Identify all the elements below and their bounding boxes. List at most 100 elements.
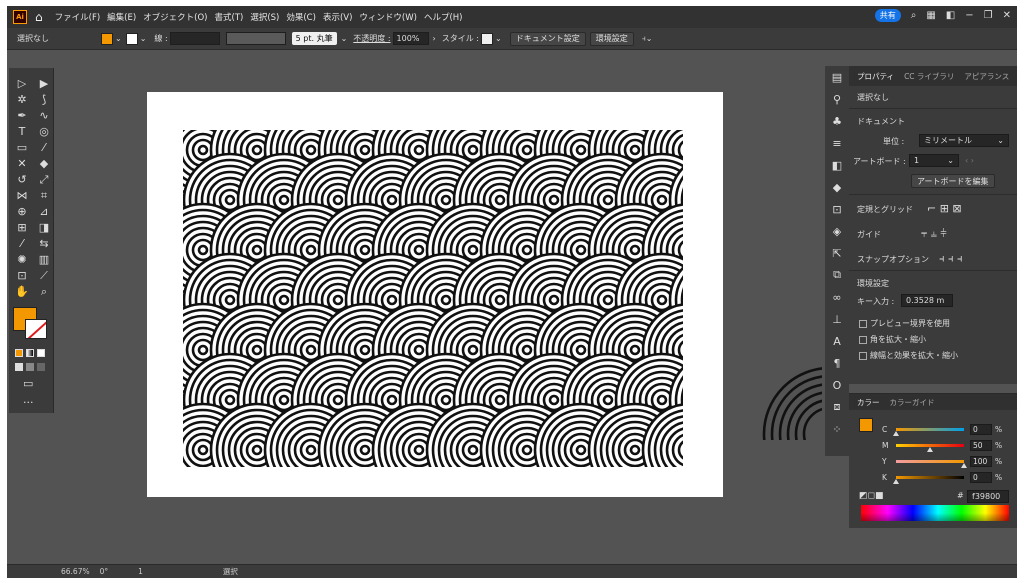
slider-row-y[interactable]: Y 100% bbox=[882, 454, 1012, 468]
blend-tool-icon[interactable]: ⇆ bbox=[34, 236, 54, 251]
stroke-dropdown-icon[interactable]: ⌄ bbox=[140, 34, 147, 43]
slider-knob[interactable] bbox=[893, 478, 899, 484]
libraries-panel-icon[interactable]: ⚲ bbox=[825, 88, 849, 110]
selection-tool-icon[interactable]: ▷ bbox=[12, 76, 32, 91]
menu-view[interactable]: 表示(V) bbox=[323, 11, 352, 23]
opacity-field[interactable]: 100% bbox=[392, 32, 429, 45]
checkbox-scale-corners[interactable]: 角を拡大・縮小 bbox=[859, 334, 926, 345]
stroke-panel-icon[interactable]: ≡ bbox=[825, 132, 849, 154]
symbols-panel-icon[interactable]: ⁘ bbox=[825, 418, 849, 440]
artboard-tool-icon[interactable]: ⊡ bbox=[12, 268, 32, 283]
screen-mode-icon[interactable]: ▭ bbox=[23, 377, 53, 390]
shape-builder-tool-icon[interactable]: ⊕ bbox=[12, 204, 32, 219]
gradient-tool-icon[interactable]: ◨ bbox=[34, 220, 54, 235]
align-panel-icon[interactable]: ⊥ bbox=[825, 308, 849, 330]
channel-value[interactable]: 0 bbox=[970, 423, 992, 435]
width-tool-icon[interactable]: ⋈ bbox=[12, 188, 32, 203]
symbol-sprayer-tool-icon[interactable]: ✺ bbox=[12, 252, 32, 267]
lasso-tool-icon[interactable]: ⟆ bbox=[34, 92, 54, 107]
snap-icon[interactable]: ⫞ ⫞ ⫞ bbox=[939, 252, 963, 266]
tab-properties[interactable]: プロパティ bbox=[857, 71, 894, 82]
slider-knob[interactable] bbox=[893, 430, 899, 436]
ruler-icon[interactable]: ⌐ ⊞ ⊠ bbox=[927, 202, 962, 215]
slider-knob[interactable] bbox=[961, 462, 967, 468]
artboard-nav-arrows[interactable]: ‹ › bbox=[965, 156, 974, 165]
checkbox[interactable] bbox=[859, 319, 867, 328]
channel-value[interactable]: 50 bbox=[970, 439, 992, 451]
slice-tool-icon[interactable]: ⟋ bbox=[34, 268, 54, 283]
home-icon[interactable]: ⌂ bbox=[35, 10, 43, 24]
opentype-panel-icon[interactable]: O bbox=[825, 374, 849, 396]
hex-field[interactable]: f39800 bbox=[967, 490, 1009, 503]
style-dropdown-icon[interactable]: ⌄ bbox=[495, 34, 502, 43]
stroke-color-box[interactable] bbox=[25, 319, 47, 339]
menu-window[interactable]: ウィンドウ(W) bbox=[359, 11, 417, 23]
menu-select[interactable]: 選択(S) bbox=[250, 11, 279, 23]
gradient-mode-icon[interactable] bbox=[26, 349, 34, 357]
rotate-tool-icon[interactable]: ↺ bbox=[12, 172, 32, 187]
color-mode-icon[interactable] bbox=[15, 349, 23, 357]
rectangle-tool-icon[interactable]: ▭ bbox=[12, 140, 32, 155]
layers-panel-icon[interactable]: ◈ bbox=[825, 220, 849, 242]
style-swatch[interactable] bbox=[481, 32, 493, 45]
paintbrush-tool-icon[interactable]: ⁄ bbox=[34, 140, 54, 155]
fill-stroke-control[interactable] bbox=[12, 307, 52, 343]
variable-width-field[interactable] bbox=[225, 32, 286, 45]
character-panel-icon[interactable]: A bbox=[825, 330, 849, 352]
key-increment-field[interactable]: 0.3528 m bbox=[901, 294, 953, 307]
artboard-dropdown[interactable]: 1 ⌄ bbox=[909, 154, 959, 167]
fill-swatch[interactable] bbox=[101, 32, 113, 45]
channel-track[interactable] bbox=[893, 427, 964, 436]
stroke-swatch[interactable] bbox=[125, 32, 138, 45]
scale-tool-icon[interactable]: ⤢ bbox=[34, 172, 54, 187]
direct-selection-tool-icon[interactable]: ▶ bbox=[34, 76, 54, 91]
close-icon[interactable]: ✕ bbox=[1003, 10, 1011, 21]
magic-wand-tool-icon[interactable]: ✲ bbox=[12, 92, 32, 107]
menu-help[interactable]: ヘルプ(H) bbox=[424, 11, 463, 23]
graph-tool-icon[interactable]: ▥ bbox=[34, 252, 54, 267]
stroke-weight-field[interactable] bbox=[169, 32, 220, 45]
gradient-panel-icon[interactable]: ◧ bbox=[825, 154, 849, 176]
menu-file[interactable]: ファイル(F) bbox=[55, 11, 101, 23]
export-panel-icon[interactable]: ⇱ bbox=[825, 242, 849, 264]
search-icon[interactable]: ⌕ bbox=[911, 10, 917, 21]
restore-icon[interactable]: ❐ bbox=[984, 10, 993, 21]
shaper-tool-icon[interactable]: ✕ bbox=[12, 156, 32, 171]
slider-row-c[interactable]: C 0% bbox=[882, 422, 1012, 436]
zoom-level[interactable]: 66.67% bbox=[61, 567, 90, 576]
mesh-tool-icon[interactable]: ⊞ bbox=[12, 220, 32, 235]
slider-row-m[interactable]: M 50% bbox=[882, 438, 1012, 452]
menu-edit[interactable]: 編集(E) bbox=[107, 11, 136, 23]
slider-row-k[interactable]: K 0% bbox=[882, 470, 1012, 484]
preferences-button[interactable]: 環境設定 bbox=[589, 31, 634, 46]
artboard-navigator[interactable]: 1 bbox=[138, 567, 143, 576]
color-fill-box[interactable] bbox=[859, 418, 873, 432]
paragraph-panel-icon[interactable]: ¶ bbox=[825, 352, 849, 374]
pathfinder-panel-icon[interactable]: ⧈ bbox=[825, 396, 849, 418]
checkbox-preview-bounds[interactable]: プレビュー境界を使用 bbox=[859, 318, 950, 329]
links-panel-icon[interactable]: ∞ bbox=[825, 286, 849, 308]
draw-behind-icon[interactable] bbox=[26, 363, 34, 371]
tab-color[interactable]: カラー bbox=[857, 397, 880, 408]
channel-value[interactable]: 100 bbox=[970, 455, 992, 467]
checkbox[interactable] bbox=[859, 335, 867, 344]
free-transform-tool-icon[interactable]: ⌗ bbox=[34, 188, 54, 203]
channel-track[interactable] bbox=[893, 475, 964, 484]
channel-track[interactable] bbox=[896, 459, 967, 468]
channel-value[interactable]: 0 bbox=[970, 471, 992, 483]
minimize-icon[interactable]: − bbox=[965, 10, 973, 21]
curvature-tool-icon[interactable]: ∿ bbox=[34, 108, 54, 123]
tab-appearance[interactable]: アピアランス bbox=[964, 71, 1009, 82]
appearance-panel-icon[interactable]: ♣ bbox=[825, 110, 849, 132]
more-tools-icon[interactable]: ··· bbox=[23, 396, 53, 409]
transparency-panel-icon[interactable]: ◆ bbox=[825, 176, 849, 198]
document-setup-button[interactable]: ドキュメント設定 bbox=[509, 31, 586, 46]
align-options-icon[interactable]: ⫞⌄ bbox=[642, 34, 653, 44]
tab-color-guide[interactable]: カラーガイド bbox=[890, 397, 935, 408]
tab-cc-libraries[interactable]: CC ライブラリ bbox=[904, 71, 954, 82]
arrange-icon[interactable]: ◧ bbox=[946, 10, 955, 21]
properties-panel-icon[interactable]: ▤ bbox=[825, 66, 849, 88]
brush-dropdown-icon[interactable]: ⌄ bbox=[341, 34, 348, 43]
spiral-tool-icon[interactable]: ◎ bbox=[34, 124, 54, 139]
type-tool-icon[interactable]: T bbox=[12, 124, 32, 139]
